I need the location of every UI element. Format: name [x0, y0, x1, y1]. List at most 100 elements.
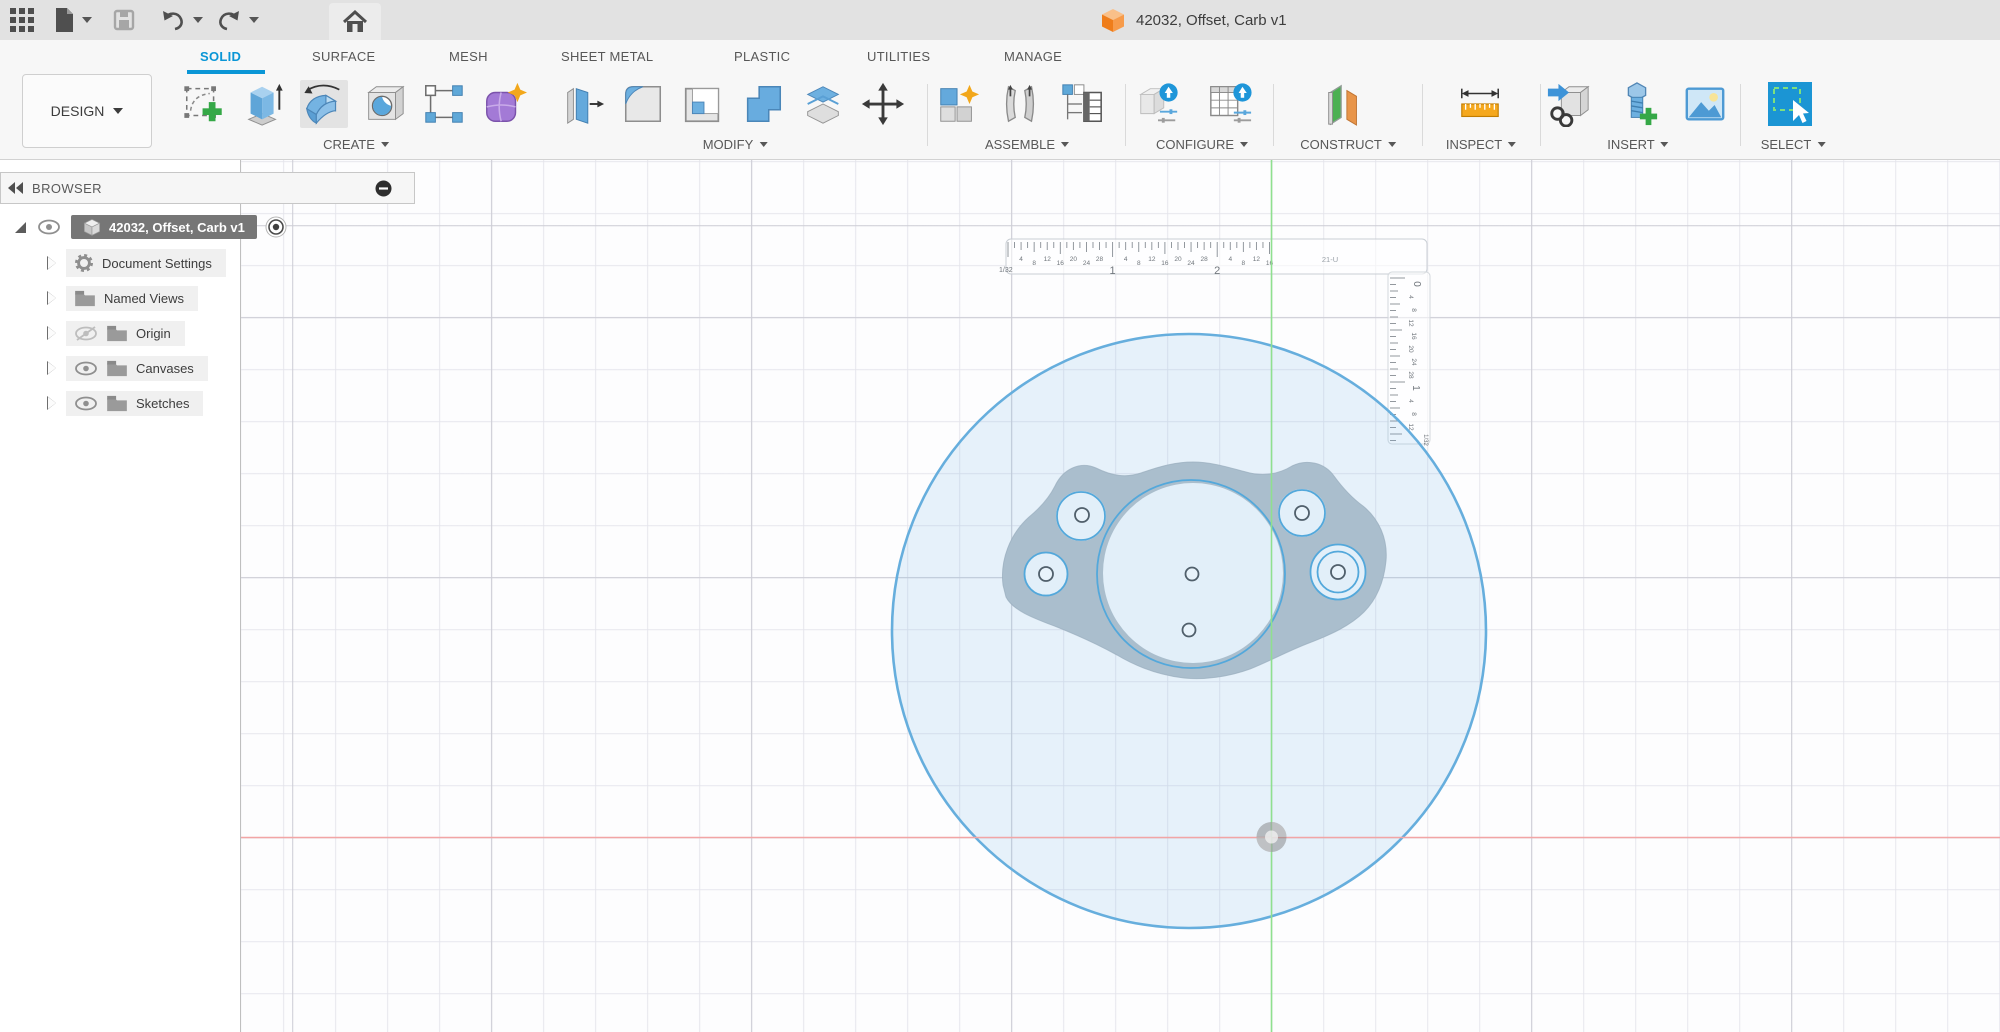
redo-caret[interactable] — [249, 0, 259, 40]
configuration-button[interactable] — [1134, 80, 1182, 128]
browser-item-sketches[interactable]: Sketches — [0, 388, 203, 418]
browser-item-label: Named Views — [104, 291, 184, 306]
redo-icon[interactable] — [216, 0, 242, 40]
tab-surface[interactable]: SURFACE — [312, 40, 376, 74]
visibility-eye-icon[interactable] — [74, 360, 98, 377]
insert-derive-button[interactable] — [1545, 80, 1593, 128]
insert-group-label[interactable]: INSERT — [1607, 137, 1668, 152]
expand-caret-icon[interactable] — [48, 257, 56, 269]
home-button[interactable] — [329, 3, 381, 40]
browser-item-named-views[interactable]: Named Views — [0, 283, 198, 313]
select-group-label[interactable]: SELECT — [1761, 137, 1826, 152]
bill-of-materials-icon — [1059, 81, 1105, 127]
viewport-canvas[interactable] — [241, 160, 2000, 1032]
create-group — [180, 80, 528, 128]
expand-caret-icon[interactable] — [48, 327, 56, 339]
tab-sheet-metal[interactable]: SHEET METAL — [561, 40, 653, 74]
file-menu-caret[interactable] — [82, 0, 92, 40]
browser-item-origin[interactable]: Origin — [0, 318, 185, 348]
ribbon: SOLID SURFACE MESH SHEET METAL PLASTIC U… — [0, 40, 2000, 160]
modify-dropdown-caret — [759, 142, 767, 147]
file-menu-icon[interactable] — [52, 0, 76, 40]
create-sketch-button[interactable] — [180, 80, 228, 128]
insert-fastener-button[interactable] — [1613, 80, 1661, 128]
configuration-table-button[interactable] — [1206, 80, 1254, 128]
folder-icon — [106, 325, 128, 342]
undo-caret[interactable] — [193, 0, 203, 40]
tab-solid[interactable]: SOLID — [200, 40, 241, 74]
select-group — [1766, 80, 1814, 128]
tab-mesh[interactable]: MESH — [449, 40, 488, 74]
insert-canvas-button[interactable] — [1681, 80, 1729, 128]
fillet-button[interactable] — [619, 80, 667, 128]
browser-root-label: 42032, Offset, Carb v1 — [109, 220, 245, 235]
visibility-off-eye-icon[interactable] — [74, 325, 98, 342]
revolve-button[interactable] — [300, 80, 348, 128]
press-pull-button[interactable] — [559, 80, 607, 128]
modify-group — [559, 80, 907, 128]
combine-button[interactable] — [739, 80, 787, 128]
browser-item-label: Canvases — [136, 361, 194, 376]
create-sketch-icon — [181, 81, 227, 127]
select-button[interactable] — [1766, 80, 1814, 128]
visibility-eye-icon[interactable] — [74, 395, 98, 412]
construct-group-label[interactable]: CONSTRUCT — [1300, 137, 1396, 152]
create-group-label[interactable]: CREATE — [323, 137, 389, 152]
browser-root-item[interactable]: 42032, Offset, Carb v1 — [71, 215, 257, 239]
revolve-icon — [301, 81, 347, 127]
create-form-icon — [481, 81, 527, 127]
offset-face-button[interactable] — [799, 80, 847, 128]
insert-group — [1545, 80, 1729, 128]
browser-item-document-settings[interactable]: Document Settings — [0, 248, 226, 278]
hole-button[interactable] — [360, 80, 408, 128]
fillet-icon — [620, 81, 666, 127]
undo-icon[interactable] — [160, 0, 186, 40]
extrude-button[interactable] — [240, 80, 288, 128]
tab-plastic[interactable]: PLASTIC — [734, 40, 790, 74]
expand-caret-icon[interactable] — [14, 221, 27, 234]
insert-fastener-icon — [1614, 81, 1660, 127]
browser-root-row[interactable]: 42032, Offset, Carb v1 — [0, 212, 287, 242]
rectangular-pattern-icon — [421, 81, 467, 127]
move-copy-icon — [860, 81, 906, 127]
insert-dropdown-caret — [1661, 142, 1669, 147]
select-dropdown-caret — [1817, 142, 1825, 147]
bill-of-materials-button[interactable] — [1058, 80, 1106, 128]
remove-panel-icon[interactable] — [375, 180, 392, 197]
measure-icon — [1457, 81, 1503, 127]
activate-component-radio[interactable] — [265, 216, 287, 238]
expand-caret-icon[interactable] — [48, 362, 56, 374]
rectangular-pattern-button[interactable] — [420, 80, 468, 128]
expand-caret-icon[interactable] — [48, 397, 56, 409]
joint-icon — [997, 81, 1043, 127]
browser-item-canvases[interactable]: Canvases — [0, 353, 208, 383]
collapse-browser-icon[interactable] — [8, 182, 24, 194]
group-separator — [1540, 84, 1541, 146]
measure-button[interactable] — [1456, 80, 1504, 128]
save-icon[interactable] — [112, 0, 136, 40]
tab-manage[interactable]: MANAGE — [1004, 40, 1062, 74]
visibility-eye-icon[interactable] — [37, 219, 61, 235]
joint-button[interactable] — [996, 80, 1044, 128]
configure-group-label[interactable]: CONFIGURE — [1156, 137, 1248, 152]
app-grid-icon[interactable] — [10, 0, 34, 40]
browser-item-label: Sketches — [136, 396, 189, 411]
tab-utilities[interactable]: UTILITIES — [867, 40, 930, 74]
browser-item-label: Document Settings — [102, 256, 212, 271]
inspect-group-label[interactable]: INSPECT — [1446, 137, 1516, 152]
create-form-button[interactable] — [480, 80, 528, 128]
move-copy-button[interactable] — [859, 80, 907, 128]
design-workspace-dropdown[interactable]: DESIGN — [22, 74, 152, 148]
expand-caret-icon[interactable] — [48, 292, 56, 304]
insert-derive-icon — [1546, 81, 1592, 127]
modify-group-label[interactable]: MODIFY — [703, 137, 768, 152]
new-component-button[interactable] — [934, 80, 982, 128]
document-title: 42032, Offset, Carb v1 — [1100, 0, 1287, 40]
shell-button[interactable] — [679, 80, 727, 128]
browser-title: BROWSER — [32, 181, 102, 196]
gear-icon — [74, 253, 94, 273]
assemble-group-label[interactable]: ASSEMBLE — [985, 137, 1069, 152]
construction-plane-button[interactable] — [1320, 80, 1368, 128]
group-separator — [1273, 84, 1274, 146]
document-title-text: 42032, Offset, Carb v1 — [1136, 12, 1287, 29]
